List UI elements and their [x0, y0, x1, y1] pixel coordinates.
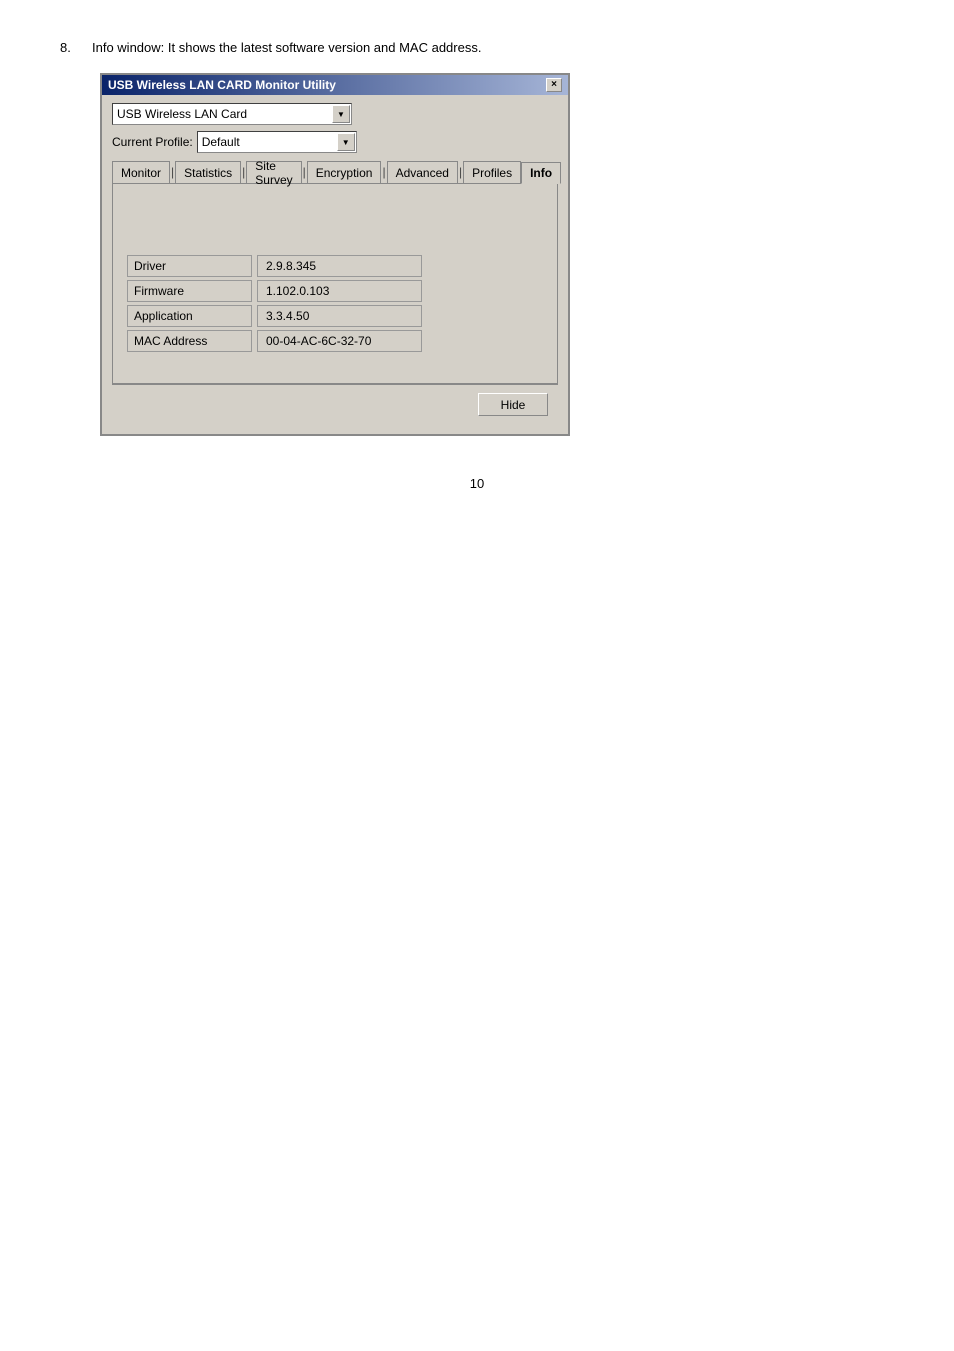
profile-row: Current Profile: Default ▼	[112, 131, 558, 153]
info-rows-wrapper: Driver 2.9.8.345 Firmware 1.102.0.103 Ap…	[127, 255, 543, 352]
info-entry-firmware: Firmware 1.102.0.103	[127, 280, 543, 302]
driver-label: Driver	[127, 255, 252, 277]
intro-line: 8.Info window: It shows the latest softw…	[60, 40, 894, 55]
mac-value: 00-04-AC-6C-32-70	[257, 330, 422, 352]
profile-dropdown[interactable]: Default	[197, 131, 357, 153]
bottom-row: Hide	[112, 384, 558, 424]
tab-advanced[interactable]: Advanced	[387, 161, 458, 183]
device-dropdown[interactable]: USB Wireless LAN Card	[112, 103, 352, 125]
page-footer: 10	[60, 476, 894, 491]
tab-info[interactable]: Info	[521, 162, 561, 184]
content-area: Driver 2.9.8.345 Firmware 1.102.0.103 Ap…	[112, 184, 558, 384]
application-value: 3.3.4.50	[257, 305, 422, 327]
device-dropdown-wrapper: USB Wireless LAN Card ▼	[112, 103, 352, 125]
info-entry-driver: Driver 2.9.8.345	[127, 255, 543, 277]
dialog-title: USB Wireless LAN CARD Monitor Utility	[108, 78, 336, 92]
dialog-titlebar: USB Wireless LAN CARD Monitor Utility ×	[102, 75, 568, 95]
tab-encryption[interactable]: Encryption	[307, 161, 382, 183]
firmware-label: Firmware	[127, 280, 252, 302]
page-number: 10	[470, 476, 484, 491]
device-dropdown-row: USB Wireless LAN Card ▼	[112, 103, 558, 125]
firmware-value: 1.102.0.103	[257, 280, 422, 302]
tabs-row: Monitor | Statistics | Site Survey | Enc…	[112, 161, 558, 184]
mac-label: MAC Address	[127, 330, 252, 352]
intro-text: Info window: It shows the latest softwar…	[92, 40, 481, 55]
tab-monitor[interactable]: Monitor	[112, 161, 170, 183]
profile-label: Current Profile:	[112, 135, 193, 149]
dialog-window: USB Wireless LAN CARD Monitor Utility × …	[100, 73, 570, 436]
driver-value: 2.9.8.345	[257, 255, 422, 277]
info-entry-mac: MAC Address 00-04-AC-6C-32-70	[127, 330, 543, 352]
profile-dropdown-wrapper: Default ▼	[197, 131, 357, 153]
hide-button[interactable]: Hide	[478, 393, 548, 416]
intro-number: 8.	[60, 40, 92, 55]
close-button[interactable]: ×	[546, 78, 562, 92]
tab-site-survey[interactable]: Site Survey	[246, 161, 301, 183]
tab-statistics[interactable]: Statistics	[175, 161, 241, 183]
tab-profiles[interactable]: Profiles	[463, 161, 521, 183]
application-label: Application	[127, 305, 252, 327]
info-entry-application: Application 3.3.4.50	[127, 305, 543, 327]
